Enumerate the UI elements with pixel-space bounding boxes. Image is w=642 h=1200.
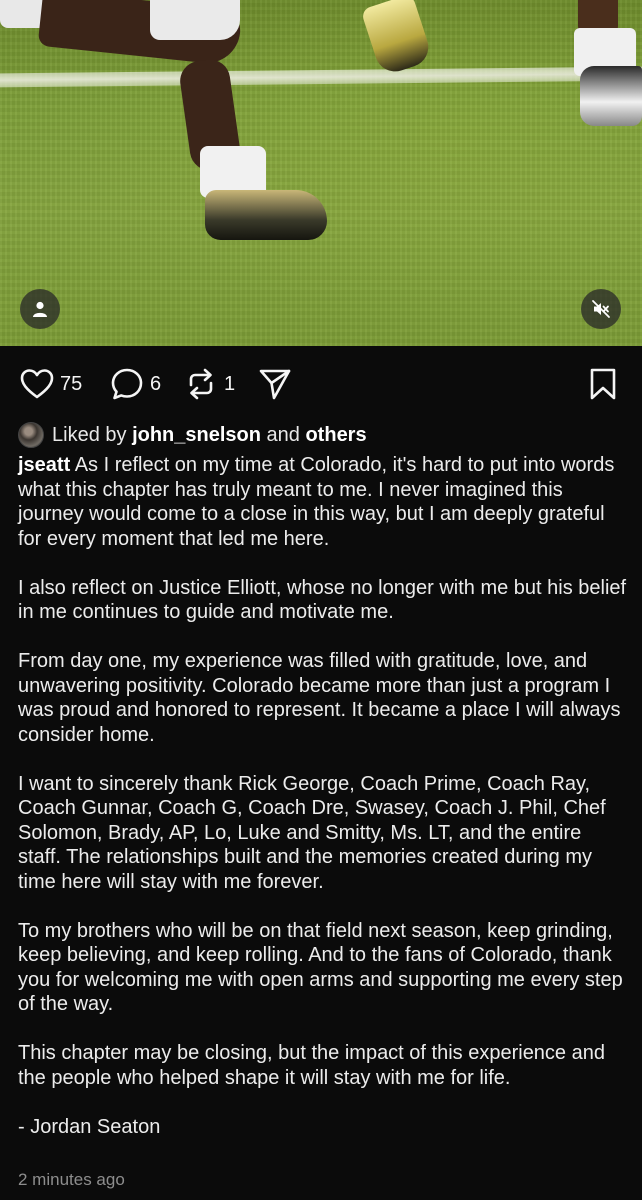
bookmark-icon	[590, 368, 616, 400]
post-timestamp: 2 minutes ago	[18, 1170, 125, 1189]
caption-text: As I reflect on my time at Colorado, it'…	[18, 454, 615, 550]
caption-paragraph: I also reflect on Justice Elliott, whose…	[18, 576, 627, 624]
mute-icon	[592, 300, 610, 318]
repost-button[interactable]: 1	[184, 366, 235, 402]
reposts-count: 1	[224, 372, 236, 395]
comment-icon	[111, 368, 143, 400]
share-button[interactable]	[258, 366, 292, 402]
liked-by-others[interactable]: others	[305, 424, 366, 447]
repost-icon	[189, 368, 213, 400]
save-button[interactable]	[588, 366, 618, 402]
caption-paragraph: This chapter may be closing, but the imp…	[18, 1042, 605, 1089]
caption-paragraph: From day one, my experience was filled w…	[18, 650, 621, 746]
liked-by-user[interactable]: john_snelson	[132, 424, 261, 447]
player-cleat-right	[580, 66, 642, 126]
player-shorts	[150, 0, 240, 40]
caption-paragraph: jseatt As I reflect on my time at Colora…	[18, 453, 628, 551]
post-caption: jseatt As I reflect on my time at Colora…	[18, 453, 628, 1164]
liked-by-and: and	[266, 423, 300, 446]
liked-by[interactable]: Liked by john_snelson and others	[18, 420, 367, 450]
player-cleat	[205, 190, 327, 240]
liker-avatar[interactable]	[18, 422, 44, 448]
tagged-users-button[interactable]	[20, 289, 60, 329]
author-username[interactable]: jseatt	[18, 454, 70, 476]
post-actions: 75 6 1	[0, 358, 642, 410]
likes-count: 75	[60, 372, 83, 395]
mute-button[interactable]	[581, 289, 621, 329]
liked-by-prefix: Liked by	[52, 423, 127, 446]
caption-paragraph: I want to sincerely thank Rick George, C…	[18, 772, 606, 893]
comment-button[interactable]: 6	[110, 366, 161, 402]
caption-paragraph: To my brothers who will be on that field…	[18, 919, 623, 1016]
send-icon	[259, 369, 291, 400]
heart-icon	[20, 369, 54, 399]
comments-count: 6	[150, 372, 162, 395]
like-button[interactable]: 75	[20, 366, 82, 402]
yard-line	[0, 66, 642, 88]
player-cleat-far	[360, 0, 434, 77]
user-icon	[33, 301, 47, 317]
post-media[interactable]	[0, 0, 642, 346]
caption-signature: - Jordan Seaton	[18, 1115, 161, 1138]
